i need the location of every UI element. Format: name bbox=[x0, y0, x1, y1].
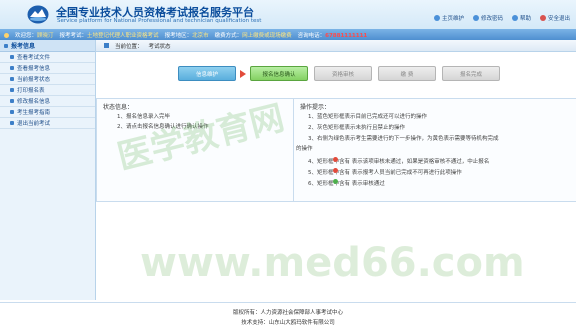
sidebar-item-print-form[interactable]: 打印报名表 bbox=[0, 85, 95, 96]
sidebar-item-exit-exam[interactable]: 退出当前考试 bbox=[0, 118, 95, 129]
help-link[interactable]: 帮助 bbox=[511, 14, 531, 22]
tips-title: 操作提示： bbox=[300, 104, 331, 111]
main-content: 当前位置： 考试状态 信息维护 报名信息确认 资格审核 缴 费 报名完成 状态信… bbox=[96, 40, 576, 300]
logout-label: 安全退出 bbox=[547, 16, 570, 22]
step-payment: 缴 费 bbox=[378, 66, 436, 81]
footer-copyright: 版权所有：人力资源社会保障部人事考试中心 bbox=[232, 310, 343, 316]
step-qualification-review: 资格审核 bbox=[314, 66, 372, 81]
fee-label: 缴费方式： bbox=[214, 33, 243, 39]
document-icon bbox=[10, 77, 14, 81]
welcome-label: 欢迎您： bbox=[15, 33, 38, 39]
tip-line: 6、矩形框中含有 表示审核通过 bbox=[308, 181, 385, 187]
logout-icon bbox=[539, 15, 546, 21]
sidebar-item-label: 当前报考状态 bbox=[17, 77, 51, 83]
footer: 版权所有：人力资源社会保障部人事考试中心 技术支持：山东山大鸥玛软件有限公司 bbox=[0, 302, 576, 328]
header-links: 主页维护 修改密码 帮助 安全退出 bbox=[433, 14, 570, 22]
sidebar-item-label: 退出当前考试 bbox=[17, 121, 51, 127]
exam-label: 报考考试： bbox=[59, 33, 88, 39]
home-icon bbox=[104, 43, 109, 48]
tip-line: 2、灰色矩形框表示未执行且禁止的操作 bbox=[308, 125, 406, 131]
user-info-bar: 欢迎您：顾晓汀 报考考试：土地登记代理人职业资格考试 报考地区：北京市 缴费方式… bbox=[0, 29, 576, 40]
fee-value: 网上缴费或现场缴费 bbox=[242, 33, 292, 39]
error-icon bbox=[333, 157, 338, 162]
edit-icon bbox=[10, 99, 14, 103]
region-value: 北京市 bbox=[192, 33, 209, 39]
status-line: 2、请点击报名信息确认进行确认操作 bbox=[117, 124, 209, 130]
help-label: 帮助 bbox=[519, 16, 531, 22]
check-icon bbox=[333, 179, 338, 184]
sidebar-item-label: 查看考试文件 bbox=[17, 55, 51, 61]
sidebar-item-label: 查看报考信息 bbox=[17, 66, 51, 72]
tip-line: 的操作 bbox=[296, 146, 313, 152]
home-maintain-link[interactable]: 主页维护 bbox=[433, 14, 464, 22]
step-complete: 报名完成 bbox=[442, 66, 500, 81]
change-password-link[interactable]: 修改密码 bbox=[472, 14, 503, 22]
welcome-name: 顾晓汀 bbox=[37, 33, 54, 39]
breadcrumb-current: 考试状态 bbox=[148, 43, 171, 50]
sidebar-item-current-status[interactable]: 当前报考状态 bbox=[0, 74, 95, 85]
phone-label: 咨询电话： bbox=[297, 33, 326, 39]
tip-line: 1、蓝色矩形框表示目前已完成还可以进行的操作 bbox=[308, 114, 428, 120]
document-icon bbox=[10, 66, 14, 70]
sidebar-heading-label: 报考信息 bbox=[11, 43, 36, 50]
lock-icon bbox=[333, 168, 338, 173]
sidebar: 报考信息 查看考试文件 查看报考信息 当前报考状态 打印报名表 修改报名信息 考… bbox=[0, 40, 96, 300]
change-password-label: 修改密码 bbox=[480, 16, 503, 22]
home-icon bbox=[433, 15, 440, 21]
printer-icon bbox=[10, 88, 14, 92]
tip-line: 5、矩形框中含有 表示报考人员当前已完成不可再进行此项操作 bbox=[308, 170, 462, 176]
step-info-maintain[interactable]: 信息维护 bbox=[178, 66, 236, 81]
status-line: 1、报名信息录入完毕 bbox=[117, 114, 170, 120]
sidebar-item-label: 考生报考指南 bbox=[17, 110, 51, 116]
step-confirm-info[interactable]: 报名信息确认 bbox=[250, 66, 308, 81]
logo-icon bbox=[27, 5, 49, 24]
status-title: 状态信息： bbox=[103, 104, 134, 111]
key-icon bbox=[472, 15, 479, 21]
logout-link[interactable]: 安全退出 bbox=[539, 14, 570, 22]
sidebar-item-label: 打印报名表 bbox=[17, 88, 45, 94]
sidebar-heading: 报考信息 bbox=[0, 40, 95, 52]
header: 全国专业技术人员资格考试报名服务平台 Service platform for … bbox=[0, 0, 576, 29]
breadcrumb: 当前位置： 考试状态 bbox=[96, 40, 576, 52]
tip-line: 3、右侧为绿色表示考生需要进行的下一步操作，为黄色表示需要等待机构完成 bbox=[308, 136, 499, 142]
breadcrumb-label: 当前位置： bbox=[115, 43, 143, 50]
help-icon bbox=[511, 15, 518, 21]
sidebar-item-view-registration[interactable]: 查看报考信息 bbox=[0, 63, 95, 74]
document-icon bbox=[10, 55, 14, 59]
exit-icon bbox=[10, 121, 14, 125]
home-maintain-label: 主页维护 bbox=[441, 16, 464, 22]
sidebar-item-edit-registration[interactable]: 修改报名信息 bbox=[0, 96, 95, 107]
site-subtitle: Service platform for National Profession… bbox=[57, 18, 262, 24]
guide-icon bbox=[10, 110, 14, 114]
status-panel: 状态信息： 1、报名信息录入完毕 2、请点击报名信息确认进行确认操作 bbox=[96, 98, 294, 202]
progress-steps: 信息维护 报名信息确认 资格审核 缴 费 报名完成 bbox=[178, 66, 500, 81]
folder-icon bbox=[4, 43, 8, 48]
sidebar-item-label: 修改报名信息 bbox=[17, 99, 51, 105]
phone-value: 67881111111 bbox=[325, 33, 368, 39]
user-icon bbox=[4, 32, 9, 38]
sidebar-item-view-exam-files[interactable]: 查看考试文件 bbox=[0, 52, 95, 63]
exam-value: 土地登记代理人职业资格考试 bbox=[87, 33, 159, 39]
footer-support: 技术支持：山东山大鸥玛软件有限公司 bbox=[241, 320, 335, 326]
sidebar-item-guide[interactable]: 考生报考指南 bbox=[0, 107, 95, 118]
arrow-right-icon bbox=[240, 69, 246, 78]
region-label: 报考地区： bbox=[164, 33, 193, 39]
tips-panel: 操作提示： 1、蓝色矩形框表示目前已完成还可以进行的操作 2、灰色矩形框表示未执… bbox=[293, 98, 576, 202]
